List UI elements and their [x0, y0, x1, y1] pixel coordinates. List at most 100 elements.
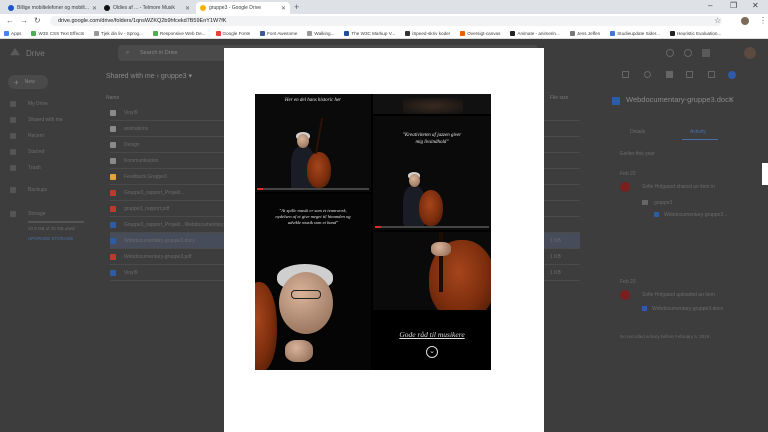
close-window-icon[interactable]: ✕: [752, 1, 759, 10]
avatar[interactable]: [741, 17, 749, 25]
chevron-down-circle-icon[interactable]: ⌄: [426, 346, 438, 358]
bookmark-item[interactable]: W3S CSS Text Effects: [31, 30, 85, 36]
delete-icon[interactable]: [666, 71, 673, 78]
info-icon[interactable]: [728, 71, 736, 79]
avatar: [620, 290, 630, 300]
menu-icon[interactable]: ⋮: [759, 16, 767, 26]
chevron-down-icon[interactable]: ▾: [189, 73, 193, 80]
bookmark-item[interactable]: The W3C Markup V...: [344, 30, 395, 36]
bookmark-icon: [152, 30, 158, 36]
sidebar-item-my-drive[interactable]: My Drive: [28, 101, 48, 107]
star-icon: [10, 149, 16, 155]
bookmark-item[interactable]: Jens Jeffen: [569, 30, 601, 36]
bookmark-item[interactable]: Google Fonts: [215, 30, 251, 36]
sidebar-item-trash[interactable]: Trash: [28, 165, 41, 171]
bookmark-icon: [344, 30, 350, 36]
musician-head: [297, 134, 309, 148]
close-tab-icon[interactable]: ✕: [278, 5, 286, 12]
video-progress-bar[interactable]: [257, 188, 369, 190]
activity-file[interactable]: Webdocumentary-gruppe3...: [664, 212, 727, 218]
favicon-icon: [8, 5, 14, 11]
bookmark-item[interactable]: Animate - animerin...: [510, 30, 560, 36]
bookmark-item[interactable]: iSpeed-skriv koder: [405, 30, 450, 36]
bookmark-item[interactable]: Walking...: [307, 30, 334, 36]
video-progress-bar[interactable]: [375, 226, 489, 228]
url-text: drive.google.com/drive/folders/1qnsWZKQ2…: [58, 18, 227, 24]
star-icon[interactable]: ☆: [714, 16, 721, 26]
bookmark-label: Google Fonts: [222, 30, 251, 36]
sidebar-item-recent[interactable]: Recent: [28, 133, 44, 139]
bookmark-item[interactable]: Oversigt-canvas: [460, 30, 500, 36]
bookmark-icon: [31, 30, 37, 36]
sidebar-item-storage[interactable]: Storage: [28, 211, 46, 217]
scrollbar-thumb[interactable]: [762, 163, 768, 185]
sidebar-item-backups[interactable]: Backups: [28, 187, 47, 193]
close-tab-icon[interactable]: ✕: [182, 5, 190, 12]
column-header-size[interactable]: File size: [550, 95, 568, 101]
back-icon[interactable]: ←: [6, 16, 14, 26]
browser-tab-3[interactable]: gruppe3 - Google Drive ✕: [196, 2, 290, 14]
file-name: Webdocumentary-gruppe3.docx: [124, 237, 196, 244]
preview-icon[interactable]: [644, 71, 651, 78]
apps-grid-icon[interactable]: [702, 49, 710, 57]
bookmark-item[interactable]: Studieupdate Sider...: [610, 30, 660, 36]
url-input[interactable]: drive.google.com/drive/folders/1qnsWZKQ2…: [50, 16, 722, 26]
breadcrumb-item[interactable]: Shared with me: [106, 73, 155, 80]
bookmark-label: W3S CSS Text Effects: [38, 30, 85, 36]
new-label: New: [24, 79, 35, 85]
bookmark-label: Font Awesome: [267, 30, 298, 36]
tab-title: Billige mobiltelefoner og mobilt...: [17, 5, 89, 11]
document-image: Her en del hans historic her "Kreativite…: [255, 94, 491, 370]
minimize-icon[interactable]: –: [708, 1, 712, 10]
search-icon: ⌕: [126, 49, 130, 56]
new-tab-button[interactable]: +: [294, 2, 299, 12]
panel1-quote: Her en del hans historic her: [284, 98, 342, 103]
bookmark-item[interactable]: Tjek din liv - Sprog...: [94, 30, 143, 36]
close-tab-icon[interactable]: ✕: [89, 5, 97, 12]
bookmark-item[interactable]: Heuristic Evaluation...: [669, 30, 722, 36]
musician-hand: [285, 340, 313, 362]
file-icon: [110, 173, 116, 180]
breadcrumb: Shared with me › gruppe3 ▾: [106, 73, 193, 80]
file-name: Vinyl9: [124, 269, 138, 276]
bookmark-item[interactable]: Responsive Web De...: [152, 30, 206, 36]
maximize-icon[interactable]: ❐: [730, 1, 737, 10]
close-panel-icon[interactable]: ✕: [728, 95, 735, 104]
reload-icon[interactable]: ↻: [34, 16, 41, 26]
column-header-name[interactable]: Name: [106, 95, 119, 101]
tab-activity[interactable]: Activity: [690, 129, 706, 135]
upgrade-storage-link[interactable]: UPGRADE STORAGE: [28, 236, 73, 241]
tab-details[interactable]: Details: [630, 129, 645, 135]
breadcrumb-item[interactable]: gruppe3: [161, 73, 187, 80]
browser-tab-2[interactable]: Oldies af ... - Telmore Musik ✕: [100, 2, 194, 14]
browser-tab-1[interactable]: Billige mobiltelefoner og mobilt... ✕: [4, 2, 98, 14]
cta-link[interactable]: Gode råd til musikere: [373, 330, 491, 339]
new-button[interactable]: + New: [8, 75, 48, 89]
tab-title: Oldies af ... - Telmore Musik: [113, 5, 175, 11]
bookmark-item[interactable]: Font Awesome: [260, 30, 298, 36]
section-label: Earlier this year: [620, 151, 655, 157]
activity-folder[interactable]: gruppe3: [654, 200, 672, 206]
folder-icon: [642, 200, 648, 205]
account-avatar[interactable]: [744, 47, 756, 59]
bookmark-label: Heuristic Evaluation...: [676, 30, 722, 36]
share-icon[interactable]: [622, 71, 629, 78]
view-toolbar: [548, 69, 736, 81]
help-icon[interactable]: [666, 49, 674, 57]
grid-view-icon[interactable]: [708, 71, 715, 78]
sidebar-item-shared[interactable]: Shared with me: [28, 117, 63, 123]
musician-head: [409, 174, 420, 187]
file-icon: [110, 253, 116, 260]
sidebar-item-starred[interactable]: Starred: [28, 149, 44, 155]
forward-icon[interactable]: →: [20, 16, 28, 26]
bookmark-item[interactable]: Apps: [4, 30, 21, 36]
activity-file[interactable]: Webdocumentary-gruppe3.docx: [652, 306, 723, 312]
musician-hand: [431, 242, 451, 256]
bookmark-label: Responsive Web De...: [159, 30, 206, 36]
settings-icon[interactable]: [684, 49, 692, 57]
shared-icon: [10, 117, 16, 123]
more-icon[interactable]: [686, 71, 693, 78]
bookmark-label: Tjek din liv - Sprog...: [101, 30, 143, 36]
double-bass: [419, 190, 443, 226]
bookmark-label: Jens Jeffen: [576, 30, 601, 36]
